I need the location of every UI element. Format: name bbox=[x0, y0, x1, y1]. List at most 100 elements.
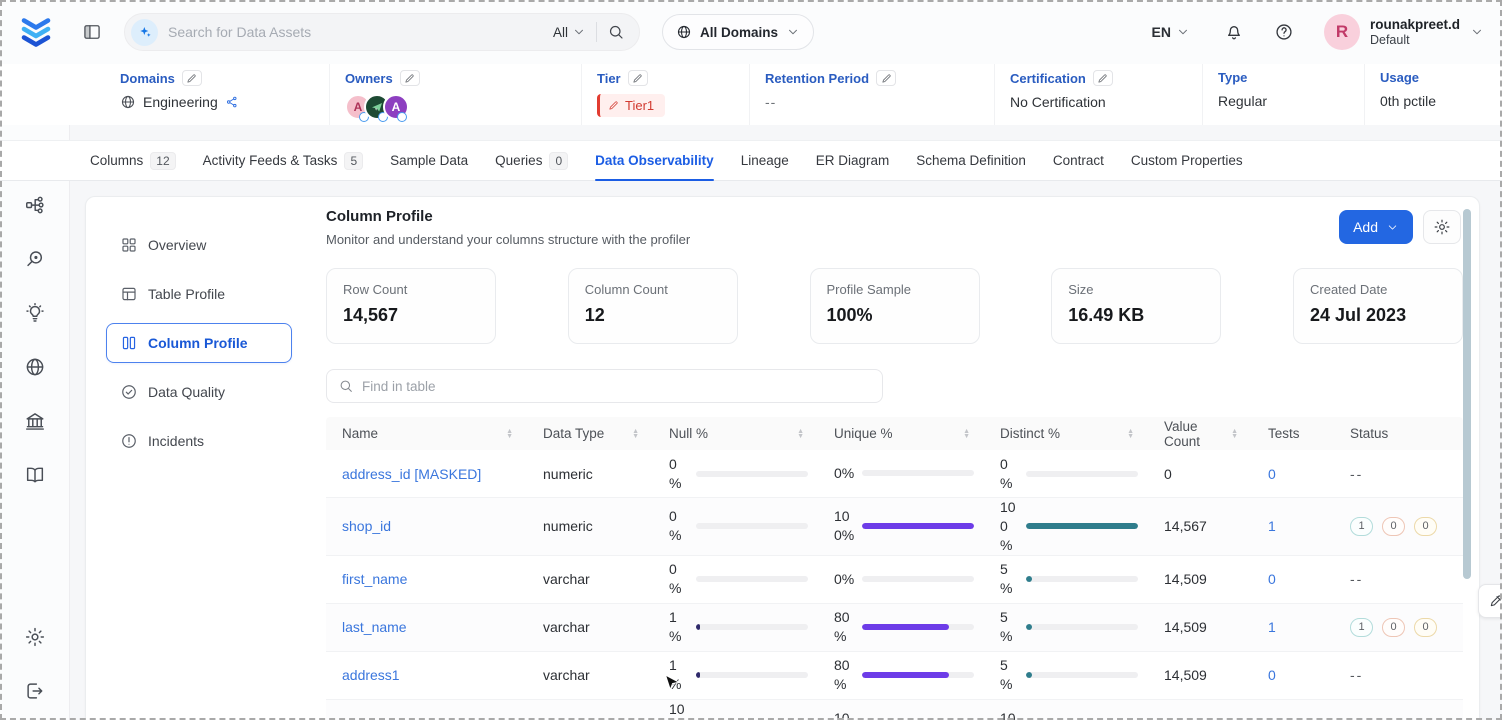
app-logo-icon[interactable] bbox=[16, 12, 56, 52]
help-icon[interactable] bbox=[1274, 22, 1294, 42]
column-header-unique[interactable]: Unique %▲▼ bbox=[818, 417, 984, 450]
status-empty: -- bbox=[1350, 667, 1363, 683]
table-search[interactable] bbox=[326, 369, 883, 403]
search-icon[interactable] bbox=[607, 23, 625, 41]
tier-badge[interactable]: Tier1 bbox=[597, 94, 665, 117]
pct-value: 0% bbox=[669, 455, 689, 493]
pct-bar-track bbox=[1026, 471, 1138, 477]
profiler-nav-data-quality[interactable]: Data Quality bbox=[106, 372, 292, 412]
status-aborted-badge[interactable]: 0 bbox=[1414, 618, 1437, 637]
sidebar-toggle-icon[interactable] bbox=[82, 22, 102, 42]
column-header-null[interactable]: Null %▲▼ bbox=[653, 417, 818, 450]
rail-item-govern[interactable] bbox=[18, 404, 52, 438]
status-aborted-badge[interactable]: 0 bbox=[1414, 517, 1437, 536]
column-name-link[interactable]: address1 bbox=[342, 667, 400, 683]
status-failed-badge[interactable]: 0 bbox=[1382, 618, 1405, 637]
column-header-name[interactable]: Name▲▼ bbox=[326, 417, 527, 450]
summary-card-value: 12 bbox=[585, 305, 721, 326]
rail-item-settings[interactable] bbox=[18, 620, 52, 654]
sort-icon[interactable]: ▲▼ bbox=[506, 429, 513, 439]
profiler-nav-incidents[interactable]: Incidents bbox=[106, 421, 292, 461]
meta-usage: Usage 0th pctile bbox=[1365, 64, 1502, 125]
column-name-link[interactable]: first_name bbox=[342, 571, 407, 587]
sort-icon[interactable]: ▲▼ bbox=[1127, 429, 1134, 439]
user-team: Default bbox=[1370, 33, 1460, 47]
pct-bar-fill bbox=[1026, 523, 1138, 529]
edit-domains-button[interactable] bbox=[182, 70, 202, 86]
rail-item-domains[interactable] bbox=[18, 350, 52, 384]
whats-new-widget-button[interactable] bbox=[1478, 584, 1502, 618]
owner-avatar[interactable]: A bbox=[383, 94, 409, 120]
column-name-link[interactable]: address_id [MASKED] bbox=[342, 466, 481, 482]
status-success-badge[interactable]: 1 bbox=[1350, 618, 1373, 637]
tab-data-observability[interactable]: Data Observability bbox=[595, 141, 714, 180]
edit-retention-button[interactable] bbox=[876, 70, 896, 86]
language-selector[interactable]: EN bbox=[1152, 24, 1190, 40]
notifications-bell-icon[interactable] bbox=[1224, 22, 1244, 42]
domain-value[interactable]: Engineering bbox=[143, 94, 218, 110]
add-button[interactable]: Add bbox=[1339, 210, 1413, 244]
edit-certification-button[interactable] bbox=[1093, 70, 1113, 86]
sort-icon[interactable]: ▲▼ bbox=[963, 429, 970, 439]
tab-sample-data[interactable]: Sample Data bbox=[390, 141, 468, 180]
status-failed-badge[interactable]: 0 bbox=[1382, 517, 1405, 536]
column-name-link[interactable]: shop_id bbox=[342, 518, 391, 534]
pct-value: 0% bbox=[669, 560, 689, 598]
scrollbar-thumb[interactable] bbox=[1463, 209, 1471, 579]
edit-tier-button[interactable] bbox=[628, 70, 648, 86]
profiler-settings-button[interactable] bbox=[1423, 210, 1461, 244]
tests-link[interactable]: 0 bbox=[1268, 571, 1276, 587]
summary-card-column-count: Column Count 12 bbox=[568, 268, 738, 344]
meta-tier: Tier Tier1 bbox=[582, 64, 750, 125]
column-header-value-count[interactable]: Value Count▲▼ bbox=[1148, 417, 1252, 450]
find-in-table-input[interactable] bbox=[362, 379, 871, 394]
tab-activity-feeds-tasks[interactable]: Activity Feeds & Tasks5 bbox=[203, 141, 363, 180]
domain-selector[interactable]: All Domains bbox=[662, 14, 814, 50]
summary-card-value: 100% bbox=[827, 305, 963, 326]
status-success-badge[interactable]: 1 bbox=[1350, 517, 1373, 536]
sort-icon[interactable]: ▲▼ bbox=[797, 429, 804, 439]
settings-icon bbox=[24, 626, 46, 648]
tests-link[interactable]: 0 bbox=[1268, 466, 1276, 482]
rail-item-lineage[interactable] bbox=[18, 188, 52, 222]
tab-label: Lineage bbox=[741, 153, 789, 168]
profiler-nav-table-profile[interactable]: Table Profile bbox=[106, 274, 292, 314]
sort-icon[interactable]: ▲▼ bbox=[632, 429, 639, 439]
global-search-bar[interactable]: All bbox=[124, 13, 640, 51]
summary-card-value: 16.49 KB bbox=[1068, 305, 1204, 326]
tab-queries[interactable]: Queries0 bbox=[495, 141, 568, 180]
cell-status: 100 bbox=[1334, 618, 1463, 637]
column-header-distinct[interactable]: Distinct %▲▼ bbox=[984, 417, 1148, 450]
rail-item-insights[interactable] bbox=[18, 296, 52, 330]
tab-custom-properties[interactable]: Custom Properties bbox=[1131, 141, 1243, 180]
pct-bar-fill bbox=[696, 672, 700, 678]
tests-link[interactable]: 1 bbox=[1268, 518, 1276, 534]
user-menu[interactable]: R rounakpreet.d Default bbox=[1324, 14, 1484, 50]
profiler-nav-column-profile[interactable]: Column Profile bbox=[106, 323, 292, 363]
cell-tests: 0 bbox=[1252, 667, 1334, 683]
tab-label: Custom Properties bbox=[1131, 153, 1243, 168]
tab-columns[interactable]: Columns12 bbox=[90, 141, 176, 180]
tab-contract[interactable]: Contract bbox=[1053, 141, 1104, 180]
global-search-input[interactable] bbox=[168, 24, 543, 40]
tests-link[interactable]: 1 bbox=[1268, 619, 1276, 635]
tests-link[interactable]: 0 bbox=[1268, 667, 1276, 683]
edit-owners-button[interactable] bbox=[400, 70, 420, 86]
column-name-link[interactable]: last_name bbox=[342, 619, 407, 635]
columns-icon bbox=[120, 334, 138, 352]
tab-schema-definition[interactable]: Schema Definition bbox=[916, 141, 1026, 180]
tab-lineage[interactable]: Lineage bbox=[741, 141, 789, 180]
summary-card-label: Column Count bbox=[585, 282, 721, 297]
column-header-data-type[interactable]: Data Type▲▼ bbox=[527, 417, 653, 450]
table-row: address_id [MASKED]numeric0%0%0%00-- bbox=[326, 450, 1463, 498]
cell-null-pct: 0% bbox=[653, 560, 818, 598]
tab-count-badge: 0 bbox=[549, 152, 568, 170]
profiler-nav-overview[interactable]: Overview bbox=[106, 225, 292, 265]
rail-item-logout[interactable] bbox=[18, 674, 52, 708]
sort-icon[interactable]: ▲▼ bbox=[1231, 429, 1238, 439]
tab-er-diagram[interactable]: ER Diagram bbox=[816, 141, 890, 180]
rail-item-observability[interactable] bbox=[18, 242, 52, 276]
divider bbox=[596, 22, 597, 42]
rail-item-glossary[interactable] bbox=[18, 458, 52, 492]
search-scope-dropdown[interactable]: All bbox=[553, 25, 586, 40]
